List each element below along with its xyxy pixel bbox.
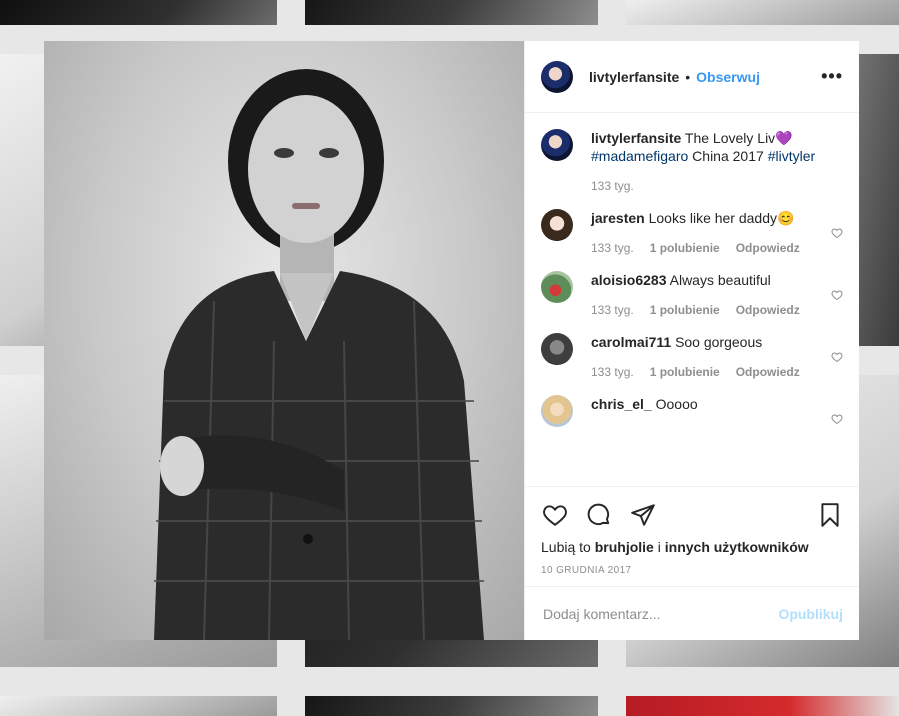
comment-item: aloisio6283 Always beautiful 133 tyg. 1 … xyxy=(541,271,843,319)
hashtag-link[interactable]: #livtyler xyxy=(768,148,815,164)
avatar[interactable] xyxy=(541,271,573,303)
heart-icon[interactable] xyxy=(541,502,569,528)
avatar[interactable] xyxy=(541,209,573,241)
hashtag-link[interactable]: #madamefigaro xyxy=(591,148,688,164)
caption-text-start: The Lovely Liv xyxy=(684,130,776,146)
post-photo[interactable] xyxy=(44,41,524,640)
reply-button[interactable]: Odpowiedz xyxy=(736,239,800,257)
comment-text: Ooooo xyxy=(655,396,698,412)
bookmark-icon[interactable] xyxy=(817,502,843,528)
grid-thumbnail[interactable] xyxy=(626,696,899,716)
likes-conjunction: i xyxy=(657,539,661,555)
comment-username[interactable]: chris_el_ xyxy=(591,396,652,412)
grid-thumbnail[interactable] xyxy=(626,0,899,25)
caption-username[interactable]: livtylerfansite xyxy=(591,130,681,146)
grid-thumbnail[interactable] xyxy=(0,696,277,716)
avatar[interactable] xyxy=(541,60,573,93)
more-options-icon[interactable]: ••• xyxy=(821,66,843,87)
likes-prefix: Lubią to xyxy=(541,539,591,555)
likes-summary: Lubią to bruhjolie i innych użytkowników xyxy=(541,539,843,555)
timestamp[interactable]: 133 tyg. xyxy=(591,301,634,319)
caption-text-middle: China 2017 xyxy=(692,148,764,164)
grid-thumbnail[interactable] xyxy=(0,0,277,25)
avatar[interactable] xyxy=(541,333,573,365)
grid-thumbnail[interactable] xyxy=(305,0,598,25)
publish-button[interactable]: Opublikuj xyxy=(778,606,843,622)
caption: livtylerfansite The Lovely Liv💜 #madamef… xyxy=(541,129,843,195)
liker-username[interactable]: bruhjolie xyxy=(595,539,654,555)
reply-button[interactable]: Odpowiedz xyxy=(736,363,800,381)
comment-text: Soo gorgeous xyxy=(675,334,763,350)
grid-thumbnail[interactable] xyxy=(305,696,598,716)
portrait-illustration xyxy=(154,69,484,640)
purple-heart-emoji: 💜 xyxy=(775,130,793,146)
comment-item: jaresten Looks like her daddy😊 133 tyg. … xyxy=(541,209,843,257)
likes-count-button[interactable]: 1 polubienie xyxy=(650,363,720,381)
heart-icon[interactable] xyxy=(831,351,843,363)
avatar[interactable] xyxy=(541,395,573,427)
separator-dot: • xyxy=(685,68,691,85)
other-likers-link[interactable]: innych użytkowników xyxy=(665,539,809,555)
comments-list[interactable]: livtylerfansite The Lovely Liv💜 #madamef… xyxy=(525,113,859,486)
caption-text: livtylerfansite The Lovely Liv💜 #madamef… xyxy=(591,129,843,165)
caption-meta: 133 tyg. xyxy=(591,177,843,195)
comment-icon[interactable] xyxy=(585,502,613,528)
comment-username[interactable]: carolmai711 xyxy=(591,334,671,350)
post-actions: Lubią to bruhjolie i innych użytkowników… xyxy=(525,486,859,586)
comment-username[interactable]: jaresten xyxy=(591,210,645,226)
heart-icon[interactable] xyxy=(831,289,843,301)
comment-input[interactable] xyxy=(541,604,779,623)
comment-username[interactable]: aloisio6283 xyxy=(591,272,667,288)
comment-item: carolmai711 Soo gorgeous 133 tyg. 1 polu… xyxy=(541,333,843,381)
timestamp[interactable]: 133 tyg. xyxy=(591,239,634,257)
share-icon[interactable] xyxy=(629,502,657,528)
likes-count-button[interactable]: 1 polubienie xyxy=(650,301,720,319)
heart-icon[interactable] xyxy=(831,227,843,239)
post-header: livtylerfansite • Obserwuj ••• xyxy=(525,41,859,113)
post-date[interactable]: 10 GRUDNIA 2017 xyxy=(541,565,843,576)
comment-text: Looks like her daddy😊 xyxy=(648,210,795,226)
add-comment-section: Opublikuj xyxy=(525,586,859,640)
post-modal: livtylerfansite • Obserwuj ••• livtylerf… xyxy=(44,41,859,640)
avatar[interactable] xyxy=(541,129,573,161)
heart-icon[interactable] xyxy=(831,413,843,425)
post-sidebar: livtylerfansite • Obserwuj ••• livtylerf… xyxy=(524,41,859,640)
follow-button[interactable]: Obserwuj xyxy=(696,69,760,85)
timestamp[interactable]: 133 tyg. xyxy=(591,363,634,381)
comment-item: chris_el_ Ooooo xyxy=(541,395,843,427)
reply-button[interactable]: Odpowiedz xyxy=(736,301,800,319)
timestamp[interactable]: 133 tyg. xyxy=(591,177,634,195)
author-username[interactable]: livtylerfansite xyxy=(589,69,679,85)
likes-count-button[interactable]: 1 polubienie xyxy=(650,239,720,257)
comment-text: Always beautiful xyxy=(669,272,771,288)
